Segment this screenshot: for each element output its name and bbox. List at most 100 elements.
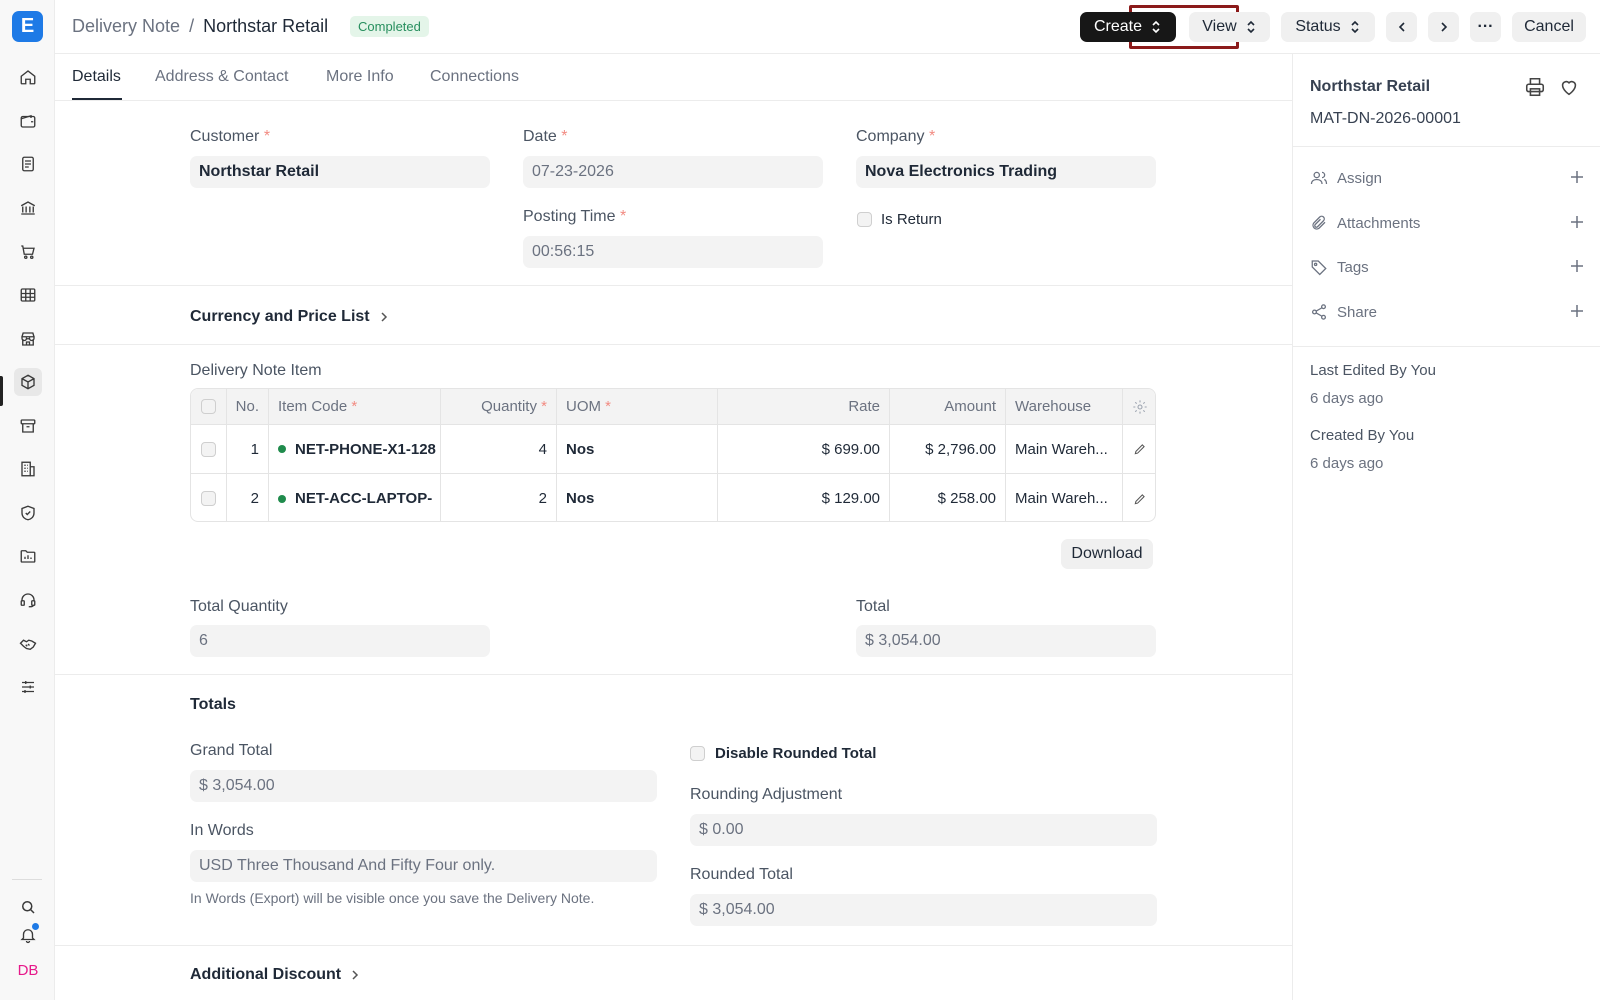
row-no: 1: [227, 425, 269, 473]
app-logo[interactable]: E: [12, 11, 43, 42]
tab-details[interactable]: Details: [72, 68, 121, 86]
invoice-icon[interactable]: [14, 150, 42, 178]
row-rate[interactable]: $ 129.00: [718, 474, 890, 521]
row-uom[interactable]: Nos: [557, 425, 718, 473]
pencil-icon: [1134, 444, 1145, 455]
sidebar-tags[interactable]: Tags: [1310, 256, 1585, 278]
tab-more-info[interactable]: More Info: [326, 68, 394, 86]
total-field: $ 3,054.00: [856, 625, 1156, 657]
customer-field[interactable]: Northstar Retail: [190, 156, 490, 188]
posting-time-field[interactable]: 00:56:15: [523, 236, 823, 268]
wallet-icon[interactable]: [14, 107, 42, 135]
pencil-icon: [1134, 493, 1145, 504]
row-edit-button[interactable]: [1123, 474, 1155, 521]
row-checkbox[interactable]: [201, 491, 216, 506]
section-divider: [55, 285, 1292, 286]
sidebar-attachments[interactable]: Attachments: [1310, 212, 1585, 234]
last-edited-label[interactable]: Last Edited By You: [1310, 362, 1436, 379]
building-icon[interactable]: [14, 455, 42, 483]
row-edit-button[interactable]: [1123, 425, 1155, 473]
document-id: MAT-DN-2026-00001: [1310, 110, 1461, 127]
breadcrumb-current: Northstar Retail: [203, 16, 329, 36]
col-quantity: Quantity *: [441, 389, 557, 424]
breadcrumb-parent[interactable]: Delivery Note: [72, 16, 180, 36]
create-button[interactable]: Create: [1080, 12, 1176, 42]
sidebar-attachments-label: Attachments: [1337, 214, 1421, 232]
additional-discount-section[interactable]: Additional Discount: [190, 966, 361, 984]
box-icon[interactable]: [14, 368, 42, 396]
sidebar-assign-label: Assign: [1337, 169, 1383, 187]
download-button[interactable]: Download: [1061, 539, 1153, 569]
created-label[interactable]: Created By You: [1310, 427, 1414, 444]
date-label: Date *: [523, 128, 568, 145]
cart-icon[interactable]: [14, 238, 42, 266]
sidebar-divider: [1293, 146, 1600, 147]
print-button[interactable]: [1524, 76, 1546, 98]
row-quantity[interactable]: 4: [441, 425, 557, 473]
bell-icon[interactable]: [14, 921, 42, 949]
store-icon[interactable]: [14, 325, 42, 353]
is-return-label: Is Return: [881, 211, 942, 228]
plus-icon[interactable]: [1569, 303, 1585, 319]
like-button[interactable]: [1558, 76, 1580, 98]
next-button[interactable]: [1428, 12, 1459, 42]
cancel-button[interactable]: Cancel: [1512, 12, 1586, 42]
disable-rounded-total-checkbox[interactable]: [690, 746, 705, 761]
items-table-title: Delivery Note Item: [190, 362, 322, 379]
sidebar-assign[interactable]: Assign: [1310, 167, 1585, 189]
row-item-code[interactable]: NET-PHONE-X1-128: [269, 425, 441, 473]
row-checkbox[interactable]: [201, 441, 216, 457]
home-icon[interactable]: [14, 63, 42, 91]
plus-icon[interactable]: [1569, 214, 1585, 230]
column-settings-button[interactable]: [1123, 389, 1155, 424]
sidebar-title: Northstar Retail: [1310, 78, 1431, 95]
more-menu-button[interactable]: ···: [1470, 12, 1501, 42]
tab-connections[interactable]: Connections: [430, 68, 519, 86]
select-all-checkbox[interactable]: [201, 399, 216, 414]
date-field[interactable]: 07-23-2026: [523, 156, 823, 188]
headset-icon[interactable]: [14, 586, 42, 614]
archive-icon[interactable]: [14, 412, 42, 440]
row-warehouse[interactable]: Main Wareh...: [1006, 425, 1123, 473]
created-time: 6 days ago: [1310, 455, 1384, 472]
table-header: No. Item Code * Quantity * UOM * Rate Am…: [191, 389, 1155, 425]
updown-chevron-icon: [1351, 20, 1359, 34]
table-icon[interactable]: [14, 281, 42, 309]
document-sidebar: Northstar Retail MAT-DN-2026-00001 Assig…: [1292, 54, 1600, 1000]
currency-price-list-section[interactable]: Currency and Price List: [190, 308, 390, 326]
row-select-cell: [191, 425, 227, 473]
plus-icon[interactable]: [1569, 169, 1585, 185]
in-words-help-text: In Words (Export) will be visible once y…: [190, 890, 595, 906]
tab-address-contact[interactable]: Address & Contact: [155, 68, 288, 86]
status-badge: Completed: [350, 16, 429, 37]
avatar[interactable]: DB: [14, 958, 42, 982]
table-row[interactable]: 2 NET-ACC-LAPTOP- 2 Nos $ 129.00 $ 258.0…: [191, 474, 1155, 521]
row-item-code[interactable]: NET-ACC-LAPTOP-: [269, 474, 441, 521]
app-rail: E DB: [0, 0, 55, 1000]
row-uom[interactable]: Nos: [557, 474, 718, 521]
search-icon[interactable]: [14, 893, 42, 921]
is-return-checkbox[interactable]: [857, 212, 872, 227]
row-rate[interactable]: $ 699.00: [718, 425, 890, 473]
previous-button[interactable]: [1386, 12, 1417, 42]
company-field[interactable]: Nova Electronics Trading: [856, 156, 1156, 188]
select-all-cell: [191, 389, 227, 424]
shield-icon[interactable]: [14, 499, 42, 527]
status-dot: [278, 445, 286, 453]
view-button[interactable]: View: [1189, 12, 1270, 42]
handshake-icon[interactable]: [14, 630, 42, 658]
bank-icon[interactable]: [14, 194, 42, 222]
plus-icon[interactable]: [1569, 258, 1585, 274]
row-quantity[interactable]: 2: [441, 474, 557, 521]
col-item-code: Item Code *: [269, 389, 441, 424]
status-button[interactable]: Status: [1281, 12, 1375, 42]
sidebar-share[interactable]: Share: [1310, 301, 1585, 323]
folder-chart-icon[interactable]: [14, 542, 42, 570]
row-warehouse[interactable]: Main Wareh...: [1006, 474, 1123, 521]
totals-section-title: Totals: [190, 696, 236, 713]
sliders-icon[interactable]: [14, 673, 42, 701]
table-row[interactable]: 1 NET-PHONE-X1-128 4 Nos $ 699.00 $ 2,79…: [191, 425, 1155, 474]
chevron-right-icon: [381, 312, 387, 322]
total-quantity-label: Total Quantity: [190, 598, 288, 615]
form-tabs: Details Address & Contact More Info Conn…: [55, 54, 1292, 101]
